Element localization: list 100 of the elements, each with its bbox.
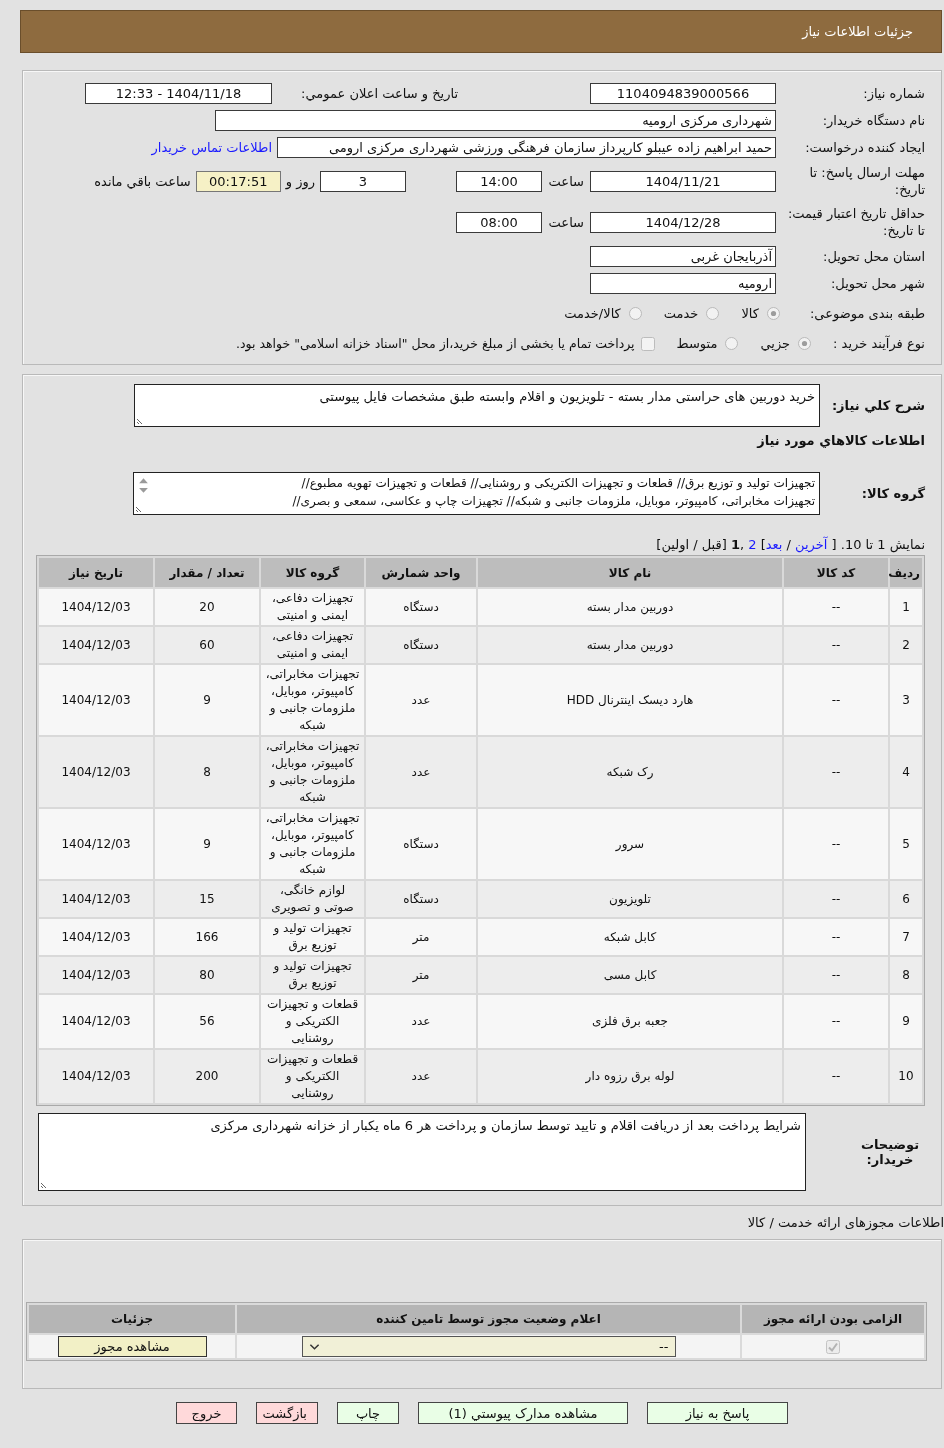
days-label: روز و <box>285 173 315 189</box>
table-cell: عدد <box>366 995 476 1048</box>
buyer-name-field[interactable]: شهرداری مرکزی ارومیه <box>215 110 776 131</box>
page-title: جزئيات اطلاعات نياز <box>802 24 913 39</box>
deadline-time-field[interactable]: 14:00 <box>456 170 542 192</box>
table-cell: دستگاه <box>366 627 476 663</box>
validity-time-field[interactable]: 08:00 <box>456 211 542 233</box>
scroll-down-icon[interactable] <box>137 487 149 494</box>
action-button[interactable]: بازگشت <box>256 1402 318 1424</box>
table-cell: 4 <box>890 737 922 807</box>
checkbox[interactable] <box>826 1340 840 1355</box>
goods-group-field[interactable]: تجهيزات توليد و توزيع برق// قطعات و تجهيزات الكتريكی و روشنايی// قطعات و تجهيزات تهويه مطبوع// تجهيزات مخابراتی، كامپيوتر، موبايل، ملزومات جانبی و شبكه// تجهيزات چاپ و عكاسی، سمعی و بصری// <box>133 472 820 515</box>
contact-link[interactable]: اطلاعات تماس خريدار <box>151 140 272 155</box>
view-license-button[interactable]: مشاهده مجوز <box>57 1336 207 1357</box>
table-cell: عدد <box>366 665 476 735</box>
table-cell: 60 <box>155 627 259 663</box>
table-cell: تجهيزات توليد و توزيع برق <box>261 957 364 993</box>
description-label: شرح كلي نياز: <box>830 398 925 413</box>
table-cell: 1404/12/03 <box>39 881 153 917</box>
action-button[interactable]: مشاهده مدارک پيوستي (1) <box>418 1402 628 1424</box>
field-label: ايجاد کننده درخواست: <box>804 139 925 156</box>
status-select[interactable]: -- <box>301 1336 676 1357</box>
description-field[interactable]: خريد دوربين های حراستی مدار بسته - تلويزيون و اقلام وابسته طبق مشخصات فايل پيوستی <box>134 384 820 427</box>
table-cell: 166 <box>155 919 259 955</box>
table-cell: 3 <box>890 665 922 735</box>
table-cell: لوازم خانگی، صوتی و تصويری <box>261 881 364 917</box>
table-cell: دستگاه <box>366 881 476 917</box>
table-cell: كابل شبكه <box>478 919 782 955</box>
page-link[interactable]: آخرين <box>795 537 828 552</box>
table-cell: تجهيزات مخابراتی، كامپيوتر، موبايل، ملزومات جانبی و شبكه <box>261 665 364 735</box>
action-button[interactable]: چاپ <box>337 1402 399 1424</box>
column-header: تعداد / مقدار <box>155 558 259 587</box>
checkbox[interactable] <box>640 336 655 351</box>
validity-date-field[interactable]: 1404/12/28 <box>590 211 776 233</box>
radio-button[interactable] <box>706 307 720 320</box>
days-field[interactable]: 3 <box>320 170 406 192</box>
table-cell: تجهيزات دفاعی، ايمنی و امنيتی <box>261 589 364 625</box>
table-cell: -- <box>784 1050 888 1103</box>
field-label: مهلت ارسال پاسخ: تا تاريخ: <box>808 164 925 198</box>
field-label: شماره نياز: <box>862 85 925 102</box>
need-number-field[interactable]: 1104094839000566 <box>590 83 776 104</box>
resize-grip-icon[interactable] <box>41 1180 49 1188</box>
province-field[interactable]: آذربايجان غربی <box>590 246 776 267</box>
table-cell: 2 <box>890 627 922 663</box>
table-cell: 1404/12/03 <box>39 737 153 807</box>
column-header: تاريخ نياز <box>39 558 153 587</box>
table-cell: 1404/12/03 <box>39 1050 153 1103</box>
notes-field[interactable]: شرايط پرداخت بعد از دريافت اقلام و تاييد توسط سازمان و پرداخت هر 6 ماه يكبار از خزانه شهرداری مركزی <box>38 1113 806 1191</box>
action-button[interactable]: خروج <box>176 1402 237 1424</box>
table-cell: 15 <box>155 881 259 917</box>
page-link[interactable]: 2 <box>748 537 757 552</box>
section-heading: اطلاعات مجوزهای ارائه خدمت / كالا <box>746 1214 944 1231</box>
column-header: نام كالا <box>478 558 782 587</box>
table-cell: 1404/12/03 <box>39 919 153 955</box>
table-cell: 1 <box>890 589 922 625</box>
column-header: واحد شمارش <box>366 558 476 587</box>
radio-label: کالا/خدمت <box>564 306 621 321</box>
table-cell: 9 <box>155 665 259 735</box>
table-cell: 10 <box>890 1050 922 1103</box>
column-header: گروه كالا <box>261 558 364 587</box>
field-label: طبقه بندی موضوعی: <box>809 306 925 321</box>
radio-button[interactable] <box>798 337 812 350</box>
table-cell: 1404/12/03 <box>39 589 153 625</box>
column-header: كد كالا <box>784 558 888 587</box>
table-cell: 1404/12/03 <box>39 809 153 879</box>
table-cell: عدد <box>366 1050 476 1103</box>
resize-grip-icon[interactable] <box>136 504 144 512</box>
table-cell: تجهيزات دفاعی، ايمنی و امنيتی <box>261 627 364 663</box>
table-cell: تجهيزات توليد و توزيع برق <box>261 919 364 955</box>
table-cell: 20 <box>155 589 259 625</box>
table-cell: تجهيزات مخابراتی، كامپيوتر، موبايل، ملزومات جانبی و شبكه <box>261 737 364 807</box>
table-cell: 1404/12/03 <box>39 627 153 663</box>
remaining-time-field[interactable]: 00:17:51 <box>195 170 281 192</box>
deadline-date-field[interactable]: 1404/11/21 <box>590 170 776 192</box>
resize-grip-icon[interactable] <box>137 416 145 424</box>
table-cell: -- <box>784 809 888 879</box>
table-cell: رک شبكه <box>478 737 782 807</box>
table-cell: 8 <box>890 957 922 993</box>
requester-field[interactable]: حميد ابراهيم زاده عيبلو كارپرداز سازمان فرهنگی ورزشی شهرداری مرکزی ارومی <box>277 137 776 158</box>
table-cell: قطعات و تجهيزات الكتريكی و روشنايی <box>261 995 364 1048</box>
city-field[interactable]: اروميه <box>590 273 776 294</box>
column-header: اعلام وضعيت مجوز توسط تامين كننده <box>237 1305 740 1333</box>
field-label: شهر محل تحويل: <box>829 275 925 292</box>
scroll-up-icon[interactable] <box>137 477 149 484</box>
column-header: رديف <box>890 558 922 587</box>
page-link[interactable]: بعد <box>765 537 783 552</box>
table-cell: دستگاه <box>366 809 476 879</box>
table-cell: 9 <box>155 809 259 879</box>
radio-button[interactable] <box>725 337 739 350</box>
table-cell: دوربين مدار بسته <box>478 627 782 663</box>
field-label: تاريخ و ساعت اعلان عمومي: <box>300 86 458 101</box>
section-heading: اطلاعات كالاهاي مورد نياز <box>755 432 925 450</box>
table-cell: قطعات و تجهيزات الكتريكی و روشنايی <box>261 1050 364 1103</box>
radio-button[interactable] <box>628 307 642 320</box>
announcement-date-field[interactable]: 1404/11/18 - 12:33 <box>85 83 272 104</box>
table-cell: -- <box>784 881 888 917</box>
radio-button[interactable] <box>766 307 780 320</box>
action-button[interactable]: پاسخ به نياز <box>647 1402 788 1424</box>
table-cell: 80 <box>155 957 259 993</box>
table-cell: 56 <box>155 995 259 1048</box>
